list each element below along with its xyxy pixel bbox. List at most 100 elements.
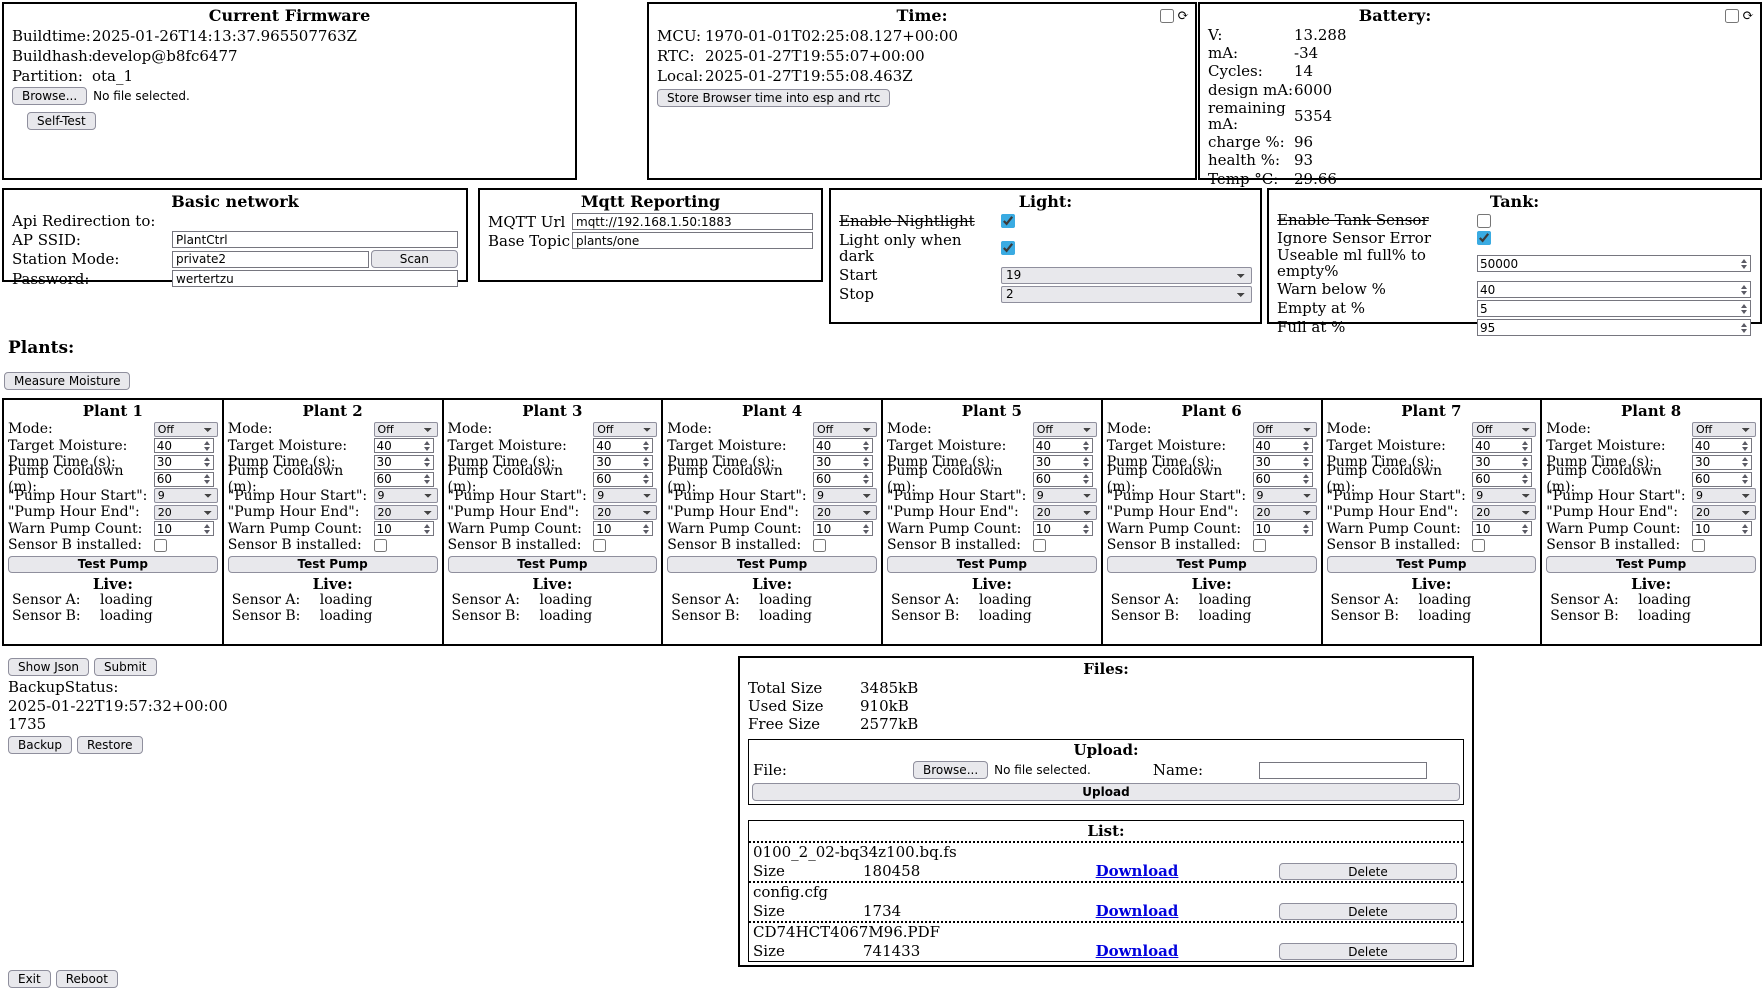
number-spinner[interactable]	[1738, 320, 1750, 335]
plant-4-test-pump-button[interactable]: Test Pump	[887, 556, 1097, 573]
plant-7-target-input[interactable]	[1693, 439, 1739, 452]
light-stop-select[interactable]: 2	[1001, 286, 1252, 303]
plant-3-hour-start-select[interactable]: 9	[813, 488, 877, 503]
plant-1-hour-start-select[interactable]: 9	[374, 488, 438, 503]
plant-5-hour-end-select[interactable]: 20	[1253, 505, 1317, 520]
plant-5-cooldown-input[interactable]	[1254, 473, 1300, 486]
file-2-download-link[interactable]: Download	[1096, 942, 1179, 960]
plant-6-mode-select[interactable]: Off	[1472, 422, 1536, 437]
number-spinner[interactable]	[1519, 456, 1531, 469]
number-spinner[interactable]	[1080, 522, 1092, 535]
upload-name-input[interactable]	[1259, 762, 1427, 779]
store-browser-time-button[interactable]: Store Browser time into esp and rtc	[657, 89, 890, 107]
plant-0-test-pump-button[interactable]: Test Pump	[8, 556, 218, 573]
plant-2-hour-end-select[interactable]: 20	[593, 505, 657, 520]
reboot-button[interactable]: Reboot	[56, 970, 118, 988]
plant-0-target-input[interactable]	[155, 439, 201, 452]
number-spinner[interactable]	[860, 473, 872, 486]
plant-0-hour-end-select[interactable]: 20	[154, 505, 218, 520]
backup-button[interactable]: Backup	[8, 736, 72, 754]
tank-ignore-checkbox[interactable]	[1477, 231, 1491, 245]
plant-1-sensor-b-checkbox[interactable]	[374, 539, 387, 552]
tank-field-input-1[interactable]	[1478, 282, 1738, 297]
number-spinner[interactable]	[640, 439, 652, 452]
password-input[interactable]	[172, 270, 458, 287]
number-spinner[interactable]	[1080, 439, 1092, 452]
file-0-download-link[interactable]: Download	[1096, 862, 1179, 880]
plant-6-test-pump-button[interactable]: Test Pump	[1327, 556, 1537, 573]
plant-0-mode-select[interactable]: Off	[154, 422, 218, 437]
number-spinner[interactable]	[1738, 256, 1750, 271]
plant-3-target-input[interactable]	[814, 439, 860, 452]
plant-1-hour-end-select[interactable]: 20	[374, 505, 438, 520]
plant-1-test-pump-button[interactable]: Test Pump	[228, 556, 438, 573]
plant-2-sensor-b-checkbox[interactable]	[593, 539, 606, 552]
number-spinner[interactable]	[860, 456, 872, 469]
plant-6-target-input[interactable]	[1473, 439, 1519, 452]
file-2-delete-button[interactable]: Delete	[1279, 943, 1457, 960]
plant-2-cooldown-input[interactable]	[594, 473, 640, 486]
refresh-icon[interactable]: ⟳	[1742, 9, 1754, 23]
number-spinner[interactable]	[1080, 473, 1092, 486]
plant-6-hour-start-select[interactable]: 9	[1472, 488, 1536, 503]
firmware-browse-button[interactable]: Browse...	[12, 87, 87, 105]
file-1-delete-button[interactable]: Delete	[1279, 903, 1457, 920]
plant-3-test-pump-button[interactable]: Test Pump	[667, 556, 877, 573]
number-spinner[interactable]	[201, 439, 213, 452]
number-spinner[interactable]	[1300, 473, 1312, 486]
plant-2-test-pump-button[interactable]: Test Pump	[448, 556, 658, 573]
number-spinner[interactable]	[860, 439, 872, 452]
number-spinner[interactable]	[640, 473, 652, 486]
tank-field-input-0[interactable]	[1478, 256, 1738, 271]
plant-2-target-input[interactable]	[594, 439, 640, 452]
number-spinner[interactable]	[421, 473, 433, 486]
plant-2-warn-input[interactable]	[594, 522, 640, 535]
station-mode-input[interactable]	[172, 251, 369, 268]
plant-1-warn-input[interactable]	[375, 522, 421, 535]
plant-1-target-input[interactable]	[375, 439, 421, 452]
show-json-button[interactable]: Show Json	[8, 658, 89, 676]
plant-0-hour-start-select[interactable]: 9	[154, 488, 218, 503]
plant-0-sensor-b-checkbox[interactable]	[154, 539, 167, 552]
light-only-dark-checkbox[interactable]	[1001, 241, 1015, 255]
plant-1-pump-time-input[interactable]	[375, 456, 421, 469]
plant-4-sensor-b-checkbox[interactable]	[1033, 539, 1046, 552]
number-spinner[interactable]	[201, 522, 213, 535]
plant-7-cooldown-input[interactable]	[1693, 473, 1739, 486]
plant-0-cooldown-input[interactable]	[155, 473, 201, 486]
number-spinner[interactable]	[1739, 456, 1751, 469]
plant-6-sensor-b-checkbox[interactable]	[1472, 539, 1485, 552]
number-spinner[interactable]	[421, 439, 433, 452]
number-spinner[interactable]	[1300, 439, 1312, 452]
plant-7-pump-time-input[interactable]	[1693, 456, 1739, 469]
plant-2-mode-select[interactable]: Off	[593, 422, 657, 437]
plant-5-test-pump-button[interactable]: Test Pump	[1107, 556, 1317, 573]
plant-6-pump-time-input[interactable]	[1473, 456, 1519, 469]
plant-5-warn-input[interactable]	[1254, 522, 1300, 535]
number-spinner[interactable]	[1300, 456, 1312, 469]
upload-button[interactable]: Upload	[752, 783, 1460, 801]
upload-browse-button[interactable]: Browse...	[913, 761, 988, 779]
plant-1-mode-select[interactable]: Off	[374, 422, 438, 437]
nightlight-checkbox[interactable]	[1001, 214, 1015, 228]
plant-7-hour-start-select[interactable]: 9	[1692, 488, 1756, 503]
number-spinner[interactable]	[640, 522, 652, 535]
number-spinner[interactable]	[1739, 439, 1751, 452]
plant-7-test-pump-button[interactable]: Test Pump	[1546, 556, 1756, 573]
plant-3-hour-end-select[interactable]: 20	[813, 505, 877, 520]
file-1-download-link[interactable]: Download	[1096, 902, 1179, 920]
plant-3-sensor-b-checkbox[interactable]	[813, 539, 826, 552]
plant-4-mode-select[interactable]: Off	[1033, 422, 1097, 437]
mqtt-url-input[interactable]	[572, 213, 813, 230]
plant-4-target-input[interactable]	[1034, 439, 1080, 452]
plant-5-target-input[interactable]	[1254, 439, 1300, 452]
plant-5-sensor-b-checkbox[interactable]	[1253, 539, 1266, 552]
plant-5-pump-time-input[interactable]	[1254, 456, 1300, 469]
number-spinner[interactable]	[1738, 301, 1750, 316]
number-spinner[interactable]	[1080, 456, 1092, 469]
number-spinner[interactable]	[1519, 473, 1531, 486]
plant-2-pump-time-input[interactable]	[594, 456, 640, 469]
plant-0-pump-time-input[interactable]	[155, 456, 201, 469]
self-test-button[interactable]: Self-Test	[27, 112, 96, 130]
plant-6-hour-end-select[interactable]: 20	[1472, 505, 1536, 520]
